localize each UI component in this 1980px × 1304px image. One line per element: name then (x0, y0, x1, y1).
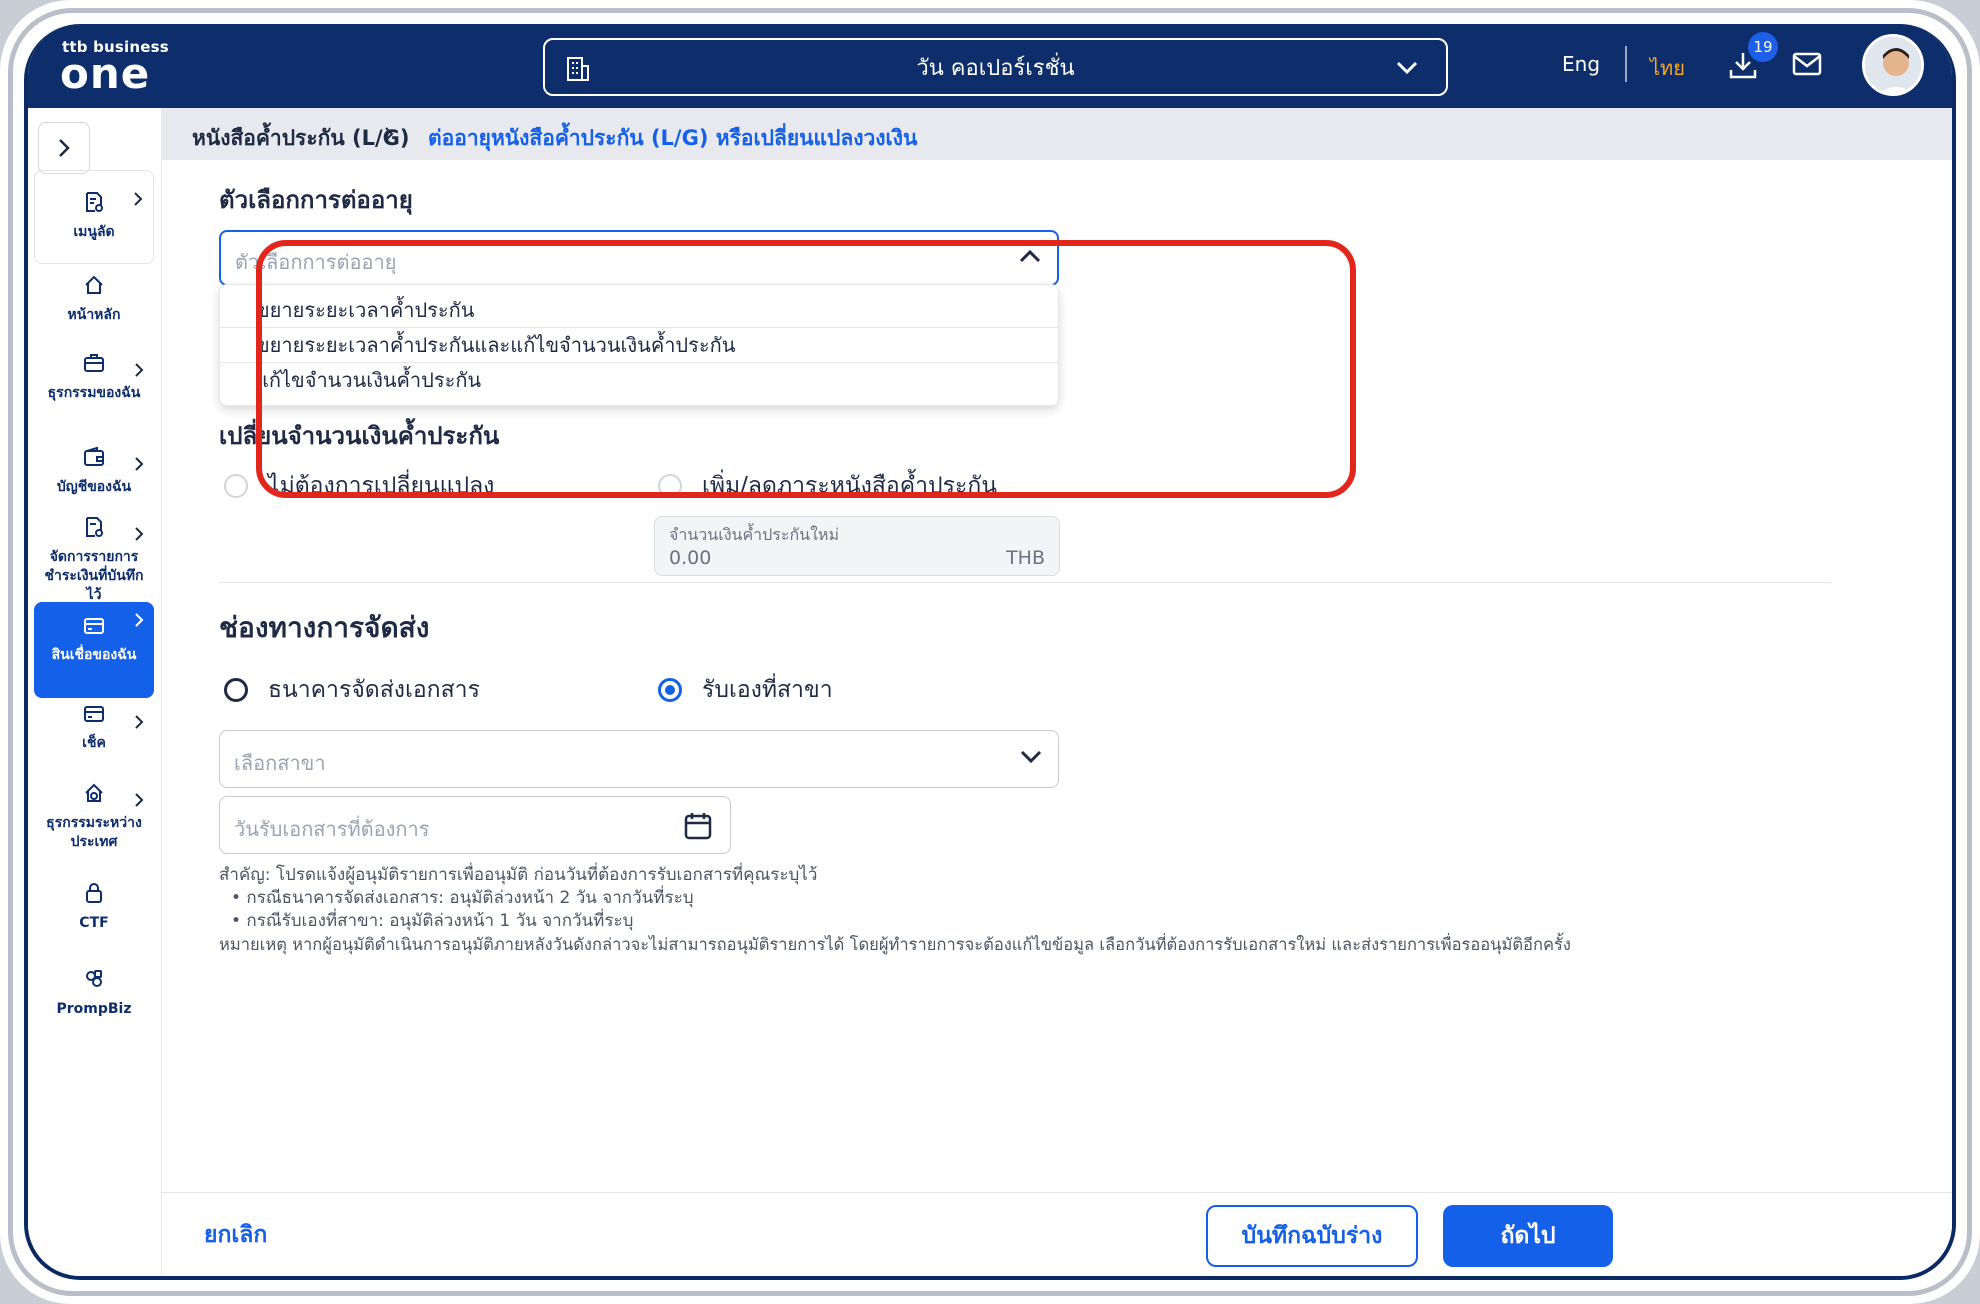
cheque-icon (83, 704, 105, 728)
branch-select[interactable]: เลือกสาขา (219, 730, 1059, 788)
chevron-right-icon (134, 792, 144, 812)
home-icon (83, 274, 105, 300)
sidebar-item-ctf[interactable]: CTF (34, 882, 154, 933)
sidebar-toggle-button[interactable] (38, 122, 90, 174)
lock-icon (84, 882, 104, 908)
globe-house-icon (83, 782, 105, 808)
note-bullet: • กรณีรับเองที่สาขา: อนุมัติล่วงหน้า 1 ว… (231, 911, 634, 931)
briefcase-icon (83, 352, 105, 378)
important-notes: สำคัญ: โปรดแจ้งผู้อนุมัติรายการเพื่ออนุม… (219, 864, 1869, 956)
sidebar-item-cheque[interactable]: เช็ค (34, 704, 154, 753)
sidebar-item-my-accounts[interactable]: บัญชีของฉัน (34, 446, 154, 497)
chevron-down-icon (1396, 60, 1418, 79)
sidebar-item-label: เช็ค (82, 735, 106, 751)
note-line: สำคัญ: โปรดแจ้งผู้อนุมัติรายการเพื่ออนุม… (219, 865, 818, 885)
sidebar-item-label: ธุรกรรมของฉัน (47, 385, 141, 401)
note-remark: หมายเหตุ หากผู้อนุมัติดำเนินการอนุมัติภา… (219, 935, 1571, 954)
wallet-icon (83, 446, 105, 472)
sidebar-item-shortcut[interactable]: เมนูลัด (34, 170, 154, 264)
logo-big-text: one (60, 49, 151, 98)
card-icon (83, 616, 105, 640)
sidebar-item-international[interactable]: ธุรกรรมระหว่างประเทศ (34, 782, 154, 852)
sidebar-item-my-transactions[interactable]: ธุรกรรมของฉัน (34, 352, 154, 403)
lang-divider (1625, 46, 1627, 82)
document-check-icon (83, 191, 105, 217)
delivery-section-title: ช่องทางการจัดส่ง (219, 611, 430, 644)
currency-label: THB (1006, 547, 1045, 569)
chevron-right-icon (134, 456, 144, 476)
sidebar-item-label: บัญชีของฉัน (56, 479, 132, 495)
brand-logo[interactable]: ttb business one (60, 38, 169, 98)
top-header: ttb business one วัน คอเปอร์เรชั่น Eng ไ… (28, 24, 1952, 108)
sidebar-item-label: CTF (79, 915, 109, 931)
radio-label: รับเองที่สาขา (702, 677, 833, 703)
new-amount-field: จำนวนเงินค้ำประกันใหม่ 0.00 THB (654, 516, 1060, 576)
prompbiz-icon (83, 968, 105, 994)
mail-icon[interactable] (1792, 52, 1822, 80)
document-gear-icon (83, 516, 105, 542)
highlight-annotation (256, 240, 1356, 498)
sidebar-item-label: หน้าหลัก (67, 307, 121, 323)
sidebar-item-label: เมนูลัด (73, 224, 115, 240)
sidebar-item-label: สินเชื่อของฉัน (51, 647, 137, 663)
app-screen: ttb business one วัน คอเปอร์เรชั่น Eng ไ… (28, 24, 1952, 1276)
branch-select-placeholder: เลือกสาขา (234, 751, 326, 775)
radio-circle[interactable] (224, 474, 248, 498)
lang-english[interactable]: Eng (1562, 52, 1600, 76)
radio-label: ธนาคารจัดส่งเอกสาร (268, 677, 480, 703)
company-selector[interactable]: วัน คอเปอร์เรชั่น (543, 38, 1448, 96)
radio-bank-delivery[interactable]: ธนาคารจัดส่งเอกสาร (224, 672, 480, 708)
action-footer: ยกเลิก บันทึกฉบับร่าง ถัดไป (162, 1192, 1952, 1276)
chevron-right-icon (134, 612, 144, 632)
chevron-right-icon (384, 126, 394, 146)
building-icon (565, 56, 591, 86)
next-button[interactable]: ถัดไป (1443, 1205, 1613, 1267)
chevron-right-icon (134, 714, 144, 734)
company-name: วัน คอเปอร์เรชั่น (916, 55, 1075, 81)
chevron-right-icon (134, 526, 144, 546)
section-divider (219, 582, 1831, 583)
sidebar-item-saved-payments[interactable]: จัดการรายการชำระเงินที่บันทึกไว้ (34, 516, 154, 605)
lang-thai[interactable]: ไทย (1650, 52, 1685, 84)
sidebar-item-my-loans[interactable]: สินเชื่อของฉัน (34, 602, 154, 698)
breadcrumb: หนังสือค้ำประกัน (L/G) ต่ออายุหนังสือค้ำ… (162, 108, 1952, 160)
sidebar-item-label: จัดการรายการชำระเงินที่บันทึกไว้ (44, 549, 144, 603)
sidebar-item-label: ธุรกรรมระหว่างประเทศ (46, 815, 142, 850)
breadcrumb-level-1[interactable]: หนังสือค้ำประกัน (L/G) (192, 122, 409, 155)
sidebar-item-label: PrompBiz (56, 1001, 132, 1017)
download-count-badge: 19 (1748, 32, 1778, 62)
note-bullet: • กรณีธนาคารจัดส่งเอกสาร: อนุมัติล่วงหน้… (231, 888, 694, 908)
sidebar-item-home[interactable]: หน้าหลัก (34, 274, 154, 325)
renewal-option-title: ตัวเลือกการต่ออายุ (219, 186, 413, 214)
cancel-button[interactable]: ยกเลิก (204, 1217, 267, 1253)
user-avatar[interactable] (1862, 34, 1924, 96)
pickup-date-placeholder: วันรับเอกสารที่ต้องการ (234, 817, 430, 841)
calendar-icon[interactable] (684, 811, 712, 845)
chevron-right-icon (133, 191, 143, 211)
sidebar-item-prompbiz[interactable]: PrompBiz (34, 968, 154, 1019)
breadcrumb-level-2: ต่ออายุหนังสือค้ำประกัน (L/G) หรือเปลี่ย… (428, 126, 918, 150)
sidebar: เมนูลัด หน้าหลัก ธุรกรรมของฉัน บัญชีของฉ… (28, 108, 162, 1276)
new-amount-value: 0.00 (669, 547, 712, 569)
radio-circle[interactable] (224, 678, 248, 702)
pickup-date-field[interactable]: วันรับเอกสารที่ต้องการ (219, 796, 731, 854)
save-draft-button[interactable]: บันทึกฉบับร่าง (1206, 1205, 1418, 1267)
chevron-right-icon (134, 362, 144, 382)
radio-branch-pickup[interactable]: รับเองที่สาขา (658, 672, 833, 708)
new-amount-label: จำนวนเงินค้ำประกันใหม่ (669, 525, 839, 544)
radio-circle-selected[interactable] (658, 678, 682, 702)
device-bezel: ttb business one วัน คอเปอร์เรชั่น Eng ไ… (24, 24, 1956, 1280)
chevron-down-icon (1020, 749, 1042, 768)
